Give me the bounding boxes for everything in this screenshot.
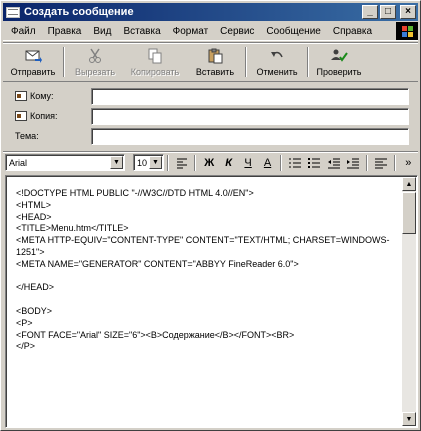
address-book-icon [15,111,27,121]
paragraph-style-icon [176,158,187,168]
format-separator [280,154,283,171]
font-color-button[interactable]: A [260,154,275,172]
undo-button[interactable]: Отменить [247,43,307,81]
font-value: Arial [9,157,28,168]
chevron-down-icon[interactable]: ▼ [109,156,123,169]
scroll-up-button[interactable]: ▲ [402,177,416,191]
copy-icon [146,48,164,64]
underline-button[interactable]: Ч [240,154,255,172]
align-left-icon [374,158,387,168]
format-separator [366,154,369,171]
menu-message[interactable]: Сообщение [260,26,326,37]
menu-tools[interactable]: Сервис [214,26,260,37]
check-names-button[interactable]: Проверить [309,43,369,81]
font-select[interactable]: Arial ▼ [5,154,125,171]
to-row: Кому: [3,87,418,105]
cut-button[interactable]: Вырезать [65,43,125,81]
address-book-icon [15,91,27,101]
format-separator [194,154,197,171]
to-field[interactable] [91,87,409,105]
menu-edit[interactable]: Правка [42,26,88,37]
chevron-down-icon[interactable]: ▼ [149,156,163,169]
bulleted-list-button[interactable] [307,154,322,172]
numbered-list-button[interactable] [287,154,302,172]
new-message-icon [6,6,20,18]
send-button[interactable]: Отправить [3,43,63,81]
windows-logo-icon [396,22,418,40]
decrease-indent-button[interactable] [326,154,341,172]
check-names-icon [330,48,348,64]
format-separator [393,154,396,171]
copy-button[interactable]: Копировать [125,43,185,81]
html-source-text[interactable]: <!DOCTYPE HTML PUBLIC "-//W3C//DTD HTML … [16,188,401,353]
undo-icon [268,48,286,64]
paste-icon [206,48,224,64]
maximize-button[interactable]: □ [380,5,396,19]
close-button[interactable]: × [400,5,416,19]
subject-field[interactable] [91,127,409,145]
italic-button[interactable]: К [221,154,236,172]
scroll-down-button[interactable]: ▼ [402,412,416,426]
menu-help[interactable]: Справка [327,26,378,37]
increase-indent-button[interactable] [346,154,361,172]
vertical-scrollbar[interactable]: ▲ ▼ [402,177,416,426]
compose-window: Создать сообщение _ □ × Файл Правка Вид … [0,0,421,431]
menu-insert[interactable]: Вставка [117,26,166,37]
align-left-button[interactable] [373,154,388,172]
numbered-list-icon [289,157,301,168]
cc-field[interactable] [91,107,409,125]
toolbar: Отправить Вырезать Копировать Вставить О… [3,42,418,82]
window-title: Создать сообщение [24,6,134,18]
to-label[interactable]: Кому: [3,91,91,101]
chevron-right-icon[interactable]: » [401,154,416,172]
cc-label[interactable]: Копия: [3,111,91,121]
bulleted-list-icon [308,157,321,168]
message-headers: Кому: Копия: Тема: [3,83,418,149]
message-body[interactable]: <!DOCTYPE HTML PUBLIC "-//W3C//DTD HTML … [5,175,418,428]
bold-button[interactable]: Ж [201,154,216,172]
format-separator [167,154,170,171]
size-select[interactable]: 10 ▼ [132,154,165,171]
format-bar: Arial ▼ 10 ▼ Ж К Ч A » [3,151,418,173]
scroll-thumb[interactable] [402,192,416,234]
menu-format[interactable]: Формат [167,26,215,37]
size-value: 10 [136,157,147,168]
increase-indent-icon [347,158,360,168]
menu-bar: Файл Правка Вид Вставка Формат Сервис Со… [3,22,418,41]
send-icon [24,48,42,64]
subject-label: Тема: [15,131,39,141]
decrease-indent-icon [327,158,340,168]
menu-file[interactable]: Файл [3,26,42,37]
subject-row: Тема: [3,127,418,145]
cc-row: Копия: [3,107,418,125]
paragraph-style-button[interactable] [174,154,189,172]
minimize-button[interactable]: _ [362,5,378,19]
menu-view[interactable]: Вид [87,26,117,37]
scissors-icon [86,48,104,64]
paste-button[interactable]: Вставить [185,43,245,81]
title-bar[interactable]: Создать сообщение _ □ × [3,3,418,21]
